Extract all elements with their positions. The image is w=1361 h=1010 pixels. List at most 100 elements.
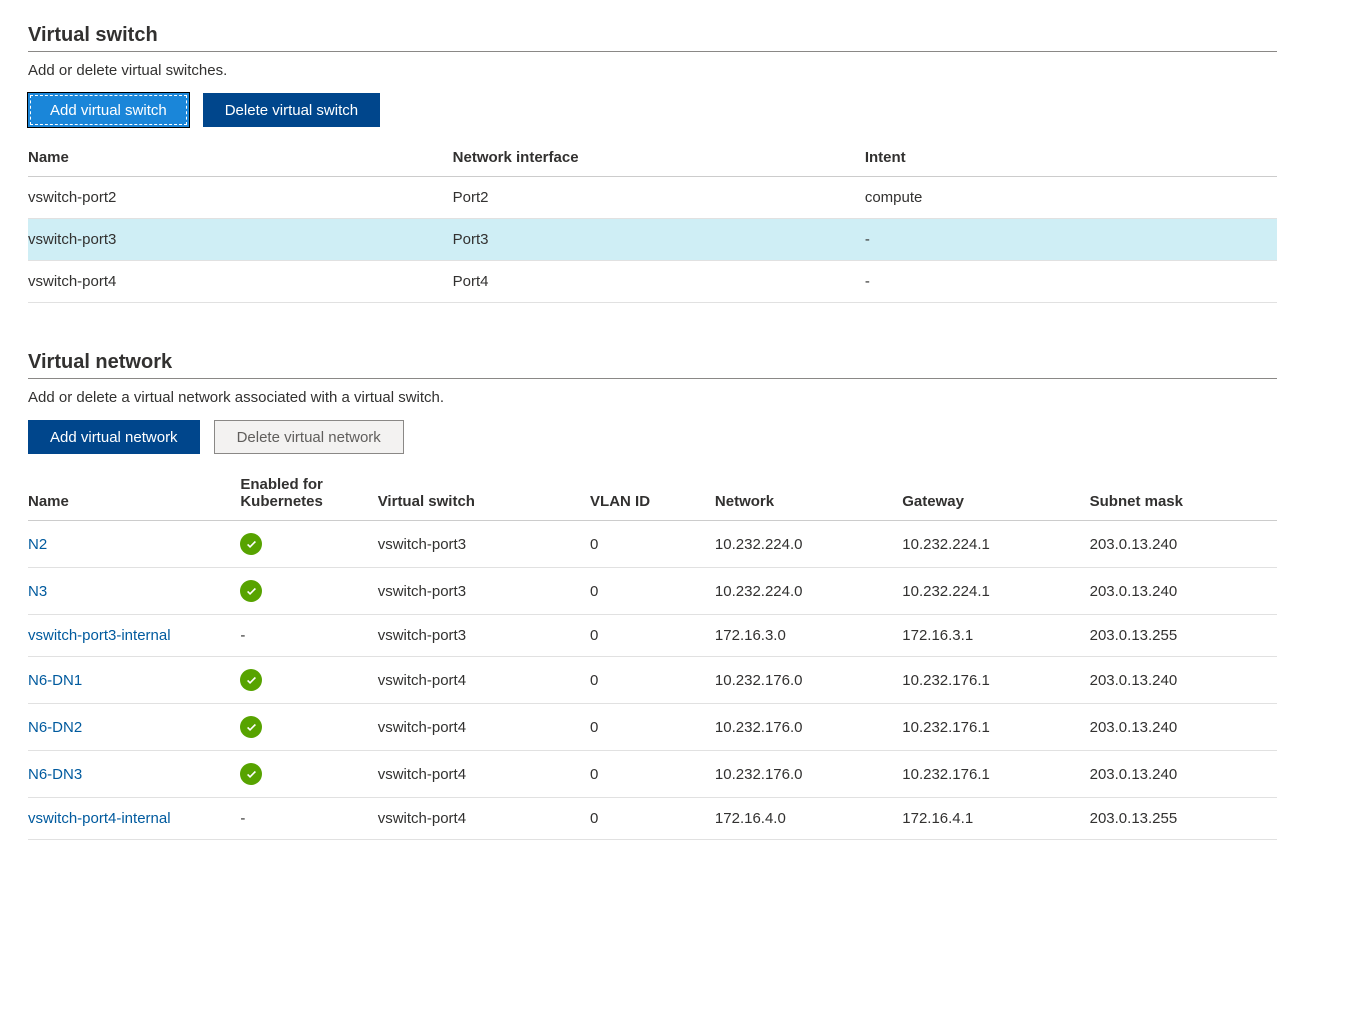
cell-virtual-switch: vswitch-port4 — [378, 657, 590, 704]
virtual-network-table: Name Enabled for Kubernetes Virtual swit… — [28, 466, 1277, 840]
cell-network-interface: Port4 — [453, 261, 865, 303]
cell-gateway: 10.232.224.1 — [902, 568, 1089, 615]
cell-intent: - — [865, 219, 1277, 261]
table-row[interactable]: N6-DN3 vswitch-port4010.232.176.010.232.1… — [28, 751, 1277, 798]
check-icon — [240, 533, 262, 555]
cell-subnet-mask: 203.0.13.255 — [1090, 615, 1277, 657]
column-header-virtual-switch: Virtual switch — [378, 466, 590, 521]
table-row[interactable]: N2 vswitch-port3010.232.224.010.232.224.1… — [28, 521, 1277, 568]
add-virtual-switch-button[interactable]: Add virtual switch — [28, 93, 189, 127]
column-header-network: Network — [715, 466, 902, 521]
cell-vlan-id: 0 — [590, 657, 715, 704]
column-header-name: Name — [28, 466, 240, 521]
column-header-enabled-kubernetes: Enabled for Kubernetes — [240, 466, 377, 521]
check-icon — [240, 716, 262, 738]
virtual-network-link[interactable]: vswitch-port3-internal — [28, 627, 171, 644]
cell-subnet-mask: 203.0.13.240 — [1090, 521, 1277, 568]
cell-subnet-mask: 203.0.13.240 — [1090, 751, 1277, 798]
virtual-switch-table: Name Network interface Intent vswitch-po… — [28, 139, 1277, 303]
virtual-network-link[interactable]: N6-DN2 — [28, 719, 82, 736]
cell-virtual-switch: vswitch-port4 — [378, 751, 590, 798]
check-icon — [240, 669, 262, 691]
cell-virtual-switch: vswitch-port3 — [378, 568, 590, 615]
cell-network-interface: Port3 — [453, 219, 865, 261]
cell-virtual-switch: vswitch-port4 — [378, 704, 590, 751]
virtual-network-link[interactable]: N6-DN3 — [28, 766, 82, 783]
cell-network: 172.16.4.0 — [715, 798, 902, 840]
cell-intent: - — [865, 261, 1277, 303]
cell-vlan-id: 0 — [590, 798, 715, 840]
cell-virtual-switch: vswitch-port3 — [378, 521, 590, 568]
table-row[interactable]: vswitch-port2Port2compute — [28, 177, 1277, 219]
cell-virtual-switch: vswitch-port3 — [378, 615, 590, 657]
cell-network: 10.232.224.0 — [715, 521, 902, 568]
cell-network-interface: Port2 — [453, 177, 865, 219]
cell-vlan-id: 0 — [590, 704, 715, 751]
virtual-network-link[interactable]: N6-DN1 — [28, 672, 82, 689]
cell-name: N6-DN1 — [28, 657, 240, 704]
table-row[interactable]: vswitch-port3Port3- — [28, 219, 1277, 261]
cell-enabled-kubernetes — [240, 521, 377, 568]
delete-virtual-network-button[interactable]: Delete virtual network — [214, 420, 404, 454]
virtual-switch-description: Add or delete virtual switches. — [28, 62, 1277, 79]
cell-enabled-kubernetes: - — [240, 615, 377, 657]
cell-subnet-mask: 203.0.13.240 — [1090, 568, 1277, 615]
cell-enabled-kubernetes — [240, 704, 377, 751]
table-row[interactable]: vswitch-port4-internal-vswitch-port40172… — [28, 798, 1277, 840]
cell-gateway: 172.16.3.1 — [902, 615, 1089, 657]
cell-subnet-mask: 203.0.13.240 — [1090, 657, 1277, 704]
check-icon — [240, 580, 262, 602]
virtual-network-link[interactable]: N3 — [28, 583, 47, 600]
cell-network: 172.16.3.0 — [715, 615, 902, 657]
add-virtual-network-button[interactable]: Add virtual network — [28, 420, 200, 454]
cell-vlan-id: 0 — [590, 615, 715, 657]
cell-gateway: 10.232.176.1 — [902, 704, 1089, 751]
cell-enabled-kubernetes — [240, 751, 377, 798]
virtual-switch-title: Virtual switch — [28, 24, 1277, 52]
column-header-gateway: Gateway — [902, 466, 1089, 521]
cell-subnet-mask: 203.0.13.255 — [1090, 798, 1277, 840]
virtual-network-description: Add or delete a virtual network associat… — [28, 389, 1277, 406]
check-icon — [240, 763, 262, 785]
cell-network: 10.232.224.0 — [715, 568, 902, 615]
cell-gateway: 172.16.4.1 — [902, 798, 1089, 840]
cell-name: N6-DN3 — [28, 751, 240, 798]
cell-gateway: 10.232.176.1 — [902, 751, 1089, 798]
cell-name: N3 — [28, 568, 240, 615]
virtual-network-title: Virtual network — [28, 351, 1277, 379]
cell-network: 10.232.176.0 — [715, 704, 902, 751]
table-row[interactable]: N6-DN2 vswitch-port4010.232.176.010.232.1… — [28, 704, 1277, 751]
cell-enabled-kubernetes — [240, 657, 377, 704]
cell-name: vswitch-port3-internal — [28, 615, 240, 657]
cell-gateway: 10.232.176.1 — [902, 657, 1089, 704]
column-header-name: Name — [28, 139, 453, 177]
virtual-network-link[interactable]: vswitch-port4-internal — [28, 810, 171, 827]
cell-name: vswitch-port4-internal — [28, 798, 240, 840]
cell-vlan-id: 0 — [590, 521, 715, 568]
cell-virtual-switch: vswitch-port4 — [378, 798, 590, 840]
cell-enabled-kubernetes — [240, 568, 377, 615]
cell-subnet-mask: 203.0.13.240 — [1090, 704, 1277, 751]
cell-name: N2 — [28, 521, 240, 568]
cell-network: 10.232.176.0 — [715, 751, 902, 798]
cell-name: vswitch-port2 — [28, 177, 453, 219]
column-header-intent: Intent — [865, 139, 1277, 177]
delete-virtual-switch-button[interactable]: Delete virtual switch — [203, 93, 380, 127]
cell-name: vswitch-port4 — [28, 261, 453, 303]
table-row[interactable]: N3 vswitch-port3010.232.224.010.232.224.1… — [28, 568, 1277, 615]
cell-vlan-id: 0 — [590, 751, 715, 798]
column-header-subnet-mask: Subnet mask — [1090, 466, 1277, 521]
table-row[interactable]: N6-DN1 vswitch-port4010.232.176.010.232.1… — [28, 657, 1277, 704]
cell-enabled-kubernetes: - — [240, 798, 377, 840]
table-row[interactable]: vswitch-port3-internal-vswitch-port30172… — [28, 615, 1277, 657]
table-row[interactable]: vswitch-port4Port4- — [28, 261, 1277, 303]
virtual-network-link[interactable]: N2 — [28, 536, 47, 553]
cell-name: vswitch-port3 — [28, 219, 453, 261]
column-header-vlan-id: VLAN ID — [590, 466, 715, 521]
cell-network: 10.232.176.0 — [715, 657, 902, 704]
cell-intent: compute — [865, 177, 1277, 219]
cell-gateway: 10.232.224.1 — [902, 521, 1089, 568]
cell-vlan-id: 0 — [590, 568, 715, 615]
cell-name: N6-DN2 — [28, 704, 240, 751]
column-header-network-interface: Network interface — [453, 139, 865, 177]
